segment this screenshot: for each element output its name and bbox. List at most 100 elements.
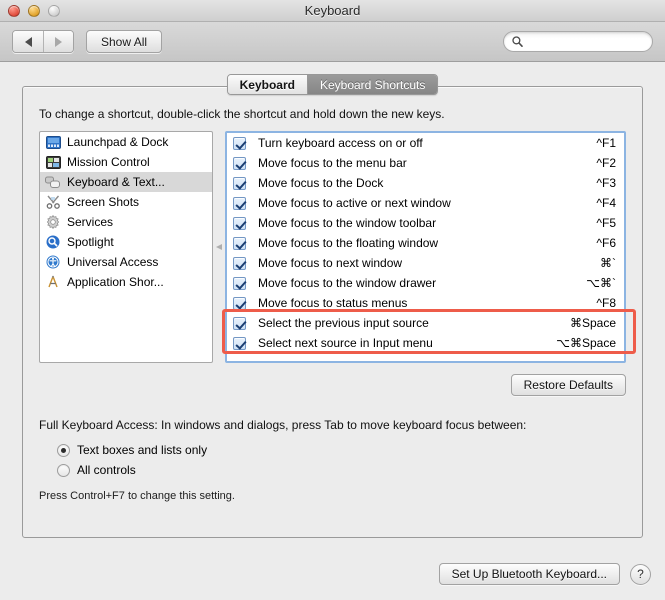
shortcut-key: ^F6 [596,236,616,250]
tab-keyboard-shortcuts[interactable]: Keyboard Shortcuts [306,75,438,94]
keyboard-preferences-window: Keyboard Show All Keyboard Keyboard Shor… [0,0,665,600]
table-row[interactable]: Turn keyboard access on or off ^F1 [227,133,624,153]
table-row[interactable]: Move focus to the menu bar ^F2 [227,153,624,173]
shortcut-label: Move focus to next window [258,256,403,270]
sidebar-item-services[interactable]: Services [40,212,212,232]
shortcut-label: Move focus to active or next window [258,196,451,210]
shortcut-key: ^F8 [596,296,616,310]
tab-keyboard[interactable]: Keyboard [227,75,307,94]
gear-icon [45,214,61,230]
full-keyboard-access-label: Full Keyboard Access: In windows and dia… [39,418,527,432]
shortcut-label: Move focus to the window drawer [258,276,437,290]
row-checkbox[interactable] [233,216,246,230]
radio-indicator [57,463,70,477]
row-checkbox[interactable] [233,156,246,170]
row-checkbox[interactable] [233,236,246,250]
sidebar-item-spotlight[interactable]: Spotlight [40,232,212,252]
bottom-bar: Set Up Bluetooth Keyboard... ? [0,548,665,600]
close-button[interactable] [8,4,20,17]
shortcut-label: Move focus to the menu bar [258,156,407,170]
sidebar-item-screen-shots[interactable]: Screen Shots [40,192,212,212]
minimize-button[interactable] [28,4,40,17]
row-checkbox[interactable] [233,136,246,150]
table-row[interactable]: Move focus to the window toolbar ^F5 [227,213,624,233]
navigation-buttons [12,30,74,53]
full-keyboard-access-options: Text boxes and lists only All controls [57,440,626,480]
screenshot-icon [45,194,61,210]
keyboard-icon [45,174,61,190]
window-title: Keyboard [304,3,361,18]
sidebar-item-label: Application Shor... [67,275,164,289]
forward-button[interactable] [43,31,73,52]
universal-access-icon [45,254,61,270]
search-input[interactable] [527,35,644,48]
instructions-text: To change a shortcut, double-click the s… [39,107,445,121]
sidebar-item-universal-access[interactable]: Universal Access [40,252,212,272]
content-panel: To change a shortcut, double-click the s… [22,86,643,538]
radio-indicator [57,443,70,457]
launchpad-icon [45,134,61,150]
toolbar: Show All [0,22,665,62]
shortcut-label: Move focus to the window toolbar [258,216,437,230]
sidebar-item-label: Screen Shots [67,195,140,209]
zoom-button [48,4,60,17]
sidebar-item-label: Spotlight [67,235,114,249]
sidebar-item-application-shortcuts[interactable]: Application Shor... [40,272,212,292]
shortcut-key: ^F2 [596,156,616,170]
help-button[interactable]: ? [630,563,651,585]
restore-defaults-button[interactable]: Restore Defaults [510,374,626,396]
search-field[interactable] [503,31,653,52]
setup-bluetooth-keyboard-button[interactable]: Set Up Bluetooth Keyboard... [438,563,620,585]
shortcut-key: ⌥⌘Space [556,336,616,350]
row-checkbox[interactable] [233,316,246,330]
sidebar-item-launchpad-and-dock[interactable]: Launchpad & Dock [40,132,212,152]
shortcut-key: ^F5 [596,216,616,230]
tab-bar: Keyboard Keyboard Shortcuts [0,62,665,103]
shortcut-key: ⌘Space [569,316,616,330]
sidebar-item-label: Launchpad & Dock [67,135,169,149]
sidebar-item-label: Universal Access [67,255,159,269]
shortcut-key: ⌥⌘` [586,276,616,290]
table-row[interactable]: Select next source in Input menu ⌥⌘Space [227,333,624,353]
table-row[interactable]: Move focus to status menus ^F8 [227,293,624,313]
category-sidebar[interactable]: Launchpad & Dock Mission Control Keyboar… [39,131,213,363]
row-checkbox[interactable] [233,336,246,350]
shortcut-label: Move focus to status menus [258,296,408,310]
forward-arrow-icon [55,36,62,47]
mission-control-icon [45,154,61,170]
shortcut-label: Turn keyboard access on or off [258,136,423,150]
sidebar-item-label: Services [67,215,114,229]
shortcut-key: ^F4 [596,196,616,210]
shortcut-key: ^F3 [596,176,616,190]
row-checkbox[interactable] [233,296,246,310]
radio-label: Text boxes and lists only [77,443,208,457]
radio-text-boxes-and-lists-only[interactable]: Text boxes and lists only [57,440,626,460]
radio-all-controls[interactable]: All controls [57,460,626,480]
sidebar-item-label: Keyboard & Text... [67,175,165,189]
table-row[interactable]: Select the previous input source ⌘Space [227,313,624,333]
row-checkbox[interactable] [233,176,246,190]
panes: Launchpad & Dock Mission Control Keyboar… [39,131,636,363]
back-button[interactable] [13,31,43,52]
table-row[interactable]: Move focus to active or next window ^F4 [227,193,624,213]
shortcut-label: Select the previous input source [258,316,429,330]
traffic-lights [8,4,60,17]
show-all-button[interactable]: Show All [86,30,163,53]
sidebar-item-label: Mission Control [67,155,150,169]
row-checkbox[interactable] [233,196,246,210]
title-bar: Keyboard [0,0,665,22]
application-shortcuts-icon [45,274,61,290]
table-row[interactable]: Move focus to the window drawer ⌥⌘` [227,273,624,293]
back-arrow-icon [24,36,32,47]
pane-splitter[interactable] [213,131,225,363]
table-row[interactable]: Move focus to next window ⌘` [227,253,624,273]
sidebar-item-mission-control[interactable]: Mission Control [40,152,212,172]
sidebar-item-keyboard-and-text[interactable]: Keyboard & Text... [40,172,212,192]
control-f7-hint: Press Control+F7 to change this setting. [39,490,235,502]
table-row[interactable]: Move focus to the Dock ^F3 [227,173,624,193]
spotlight-icon [45,234,61,250]
table-row[interactable]: Move focus to the floating window ^F6 [227,233,624,253]
row-checkbox[interactable] [233,276,246,290]
row-checkbox[interactable] [233,256,246,270]
shortcuts-list[interactable]: Turn keyboard access on or off ^F1 Move … [225,131,626,363]
